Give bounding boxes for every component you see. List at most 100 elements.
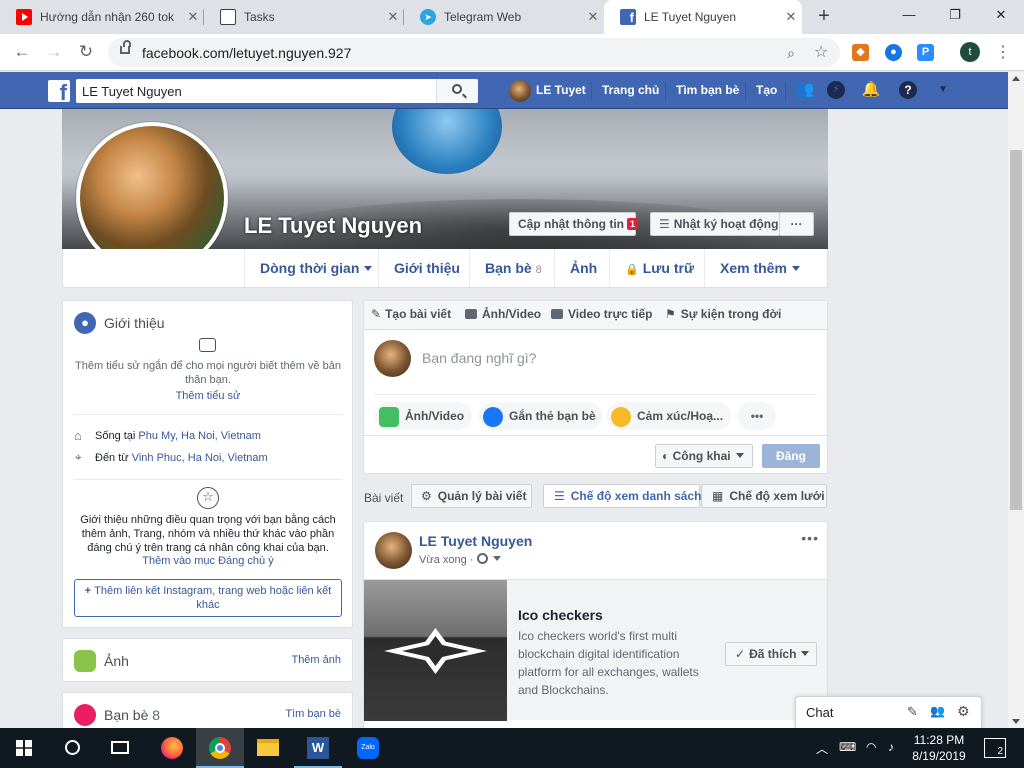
page-attachment[interactable]: Ico checkers Ico checkers world's first … [364,579,827,721]
action-center-icon[interactable]: 2 [984,738,1006,758]
tab-more[interactable]: Xem thêm [704,249,828,287]
friends-title[interactable]: Bạn bè 8 [104,707,160,723]
post-input[interactable]: Bạn đang nghĩ gì? [422,350,536,366]
photo-video-option[interactable]: Ảnh/Video [375,402,472,430]
nav-find-friends-link[interactable]: Tìm bạn bè [676,72,739,109]
scroll-down-arrow-icon[interactable] [1012,719,1020,724]
back-arrow-icon[interactable]: ← [10,40,34,64]
tab-about[interactable]: Giới thiệu [378,249,469,287]
forward-arrow-icon[interactable]: → [42,40,66,64]
url-text[interactable]: facebook.com/letuyet.nguyen.927 [142,45,351,61]
post-author[interactable]: LE Tuyet Nguyen [419,533,532,549]
search-button[interactable] [436,79,478,103]
metamask-extension-icon[interactable]: ◆ [852,44,869,61]
tab-photo-video[interactable]: Ảnh/Video [465,307,541,321]
chevron-down-icon[interactable] [492,556,501,561]
notifications-bell-icon[interactable]: 🔔 [860,79,882,101]
compose-icon[interactable]: ✎ [907,704,918,720]
tab-friends[interactable]: Bạn bè 8 [469,249,554,287]
search-input[interactable] [76,79,436,103]
search-circle-icon[interactable] [48,728,96,768]
browser-menu-icon[interactable]: ⋮ [995,42,1011,64]
messenger-icon[interactable]: ⚡ [827,81,845,99]
page-title[interactable]: Ico checkers [518,607,603,623]
help-icon[interactable]: ? [899,81,917,99]
close-icon[interactable]: ✕ [182,9,204,25]
volume-icon[interactable]: ♪ [888,740,894,754]
facebook-logo-icon[interactable]: f [48,80,70,102]
chrome-icon[interactable] [196,728,244,768]
close-window-button[interactable]: ✕ [978,0,1024,30]
input-method-icon[interactable]: ⌨ [839,740,856,754]
globe-icon[interactable] [476,553,488,564]
post-time[interactable]: Vừa xong [419,554,467,566]
feeling-option[interactable]: Cảm xúc/Hoạ... [607,402,731,430]
tab-photos[interactable]: Ảnh [554,249,609,287]
tab-youtube[interactable]: Hướng dẫn nhận 260 tok ✕ [0,0,204,34]
photos-title[interactable]: Ảnh [104,653,129,669]
page-image[interactable] [364,580,507,721]
firefox-icon[interactable] [148,728,196,768]
find-friends-link[interactable]: Tìm bạn bè [285,708,341,720]
update-info-button[interactable]: Cập nhật thông tin 1 [509,212,638,236]
tab-timeline[interactable]: Dòng thời gian [244,249,378,287]
liked-button[interactable]: ✓ Đã thích [725,642,817,666]
manage-posts-button[interactable]: ⚙ Quản lý bài viết [411,484,532,508]
maximize-button[interactable]: ❐ [932,0,978,30]
account-menu-chevron-down-icon[interactable]: ▼ [932,79,954,101]
windows-start-icon[interactable] [0,728,48,768]
tray-chevron-up-icon[interactable]: ︿ [816,740,828,757]
list-view-button[interactable]: ☰ Chế độ xem danh sách [543,484,701,508]
tab-archive[interactable]: 🔒 Lưu trữ [609,249,704,287]
minimize-button[interactable]: — [886,0,932,30]
tab-create-post[interactable]: ✎ Tạo bài viết [371,307,451,321]
from-link[interactable]: Vinh Phuc, Ha Noi, Vietnam [132,452,268,464]
add-bio-link[interactable]: Thêm tiểu sử [73,390,343,402]
address-bar[interactable]: facebook.com/letuyet.nguyen.927 ⌕ ☆ [108,38,840,67]
bookmark-star-icon[interactable]: ☆ [810,42,832,64]
cover-more-button[interactable]: ··· [779,212,814,236]
profile-name[interactable]: LE Tuyet Nguyen [244,213,422,239]
clock[interactable]: 11:28 PM 8/19/2019 [904,732,974,764]
nav-create-link[interactable]: Tạo [756,72,777,109]
reload-icon[interactable]: ↻ [74,40,98,64]
post-options-icon[interactable]: ••• [801,530,819,546]
add-photos-link[interactable]: Thêm ảnh [291,654,341,666]
chat-bar[interactable]: Chat ✎ 👥 ⚙ [795,696,982,728]
tag-friends-option[interactable]: Gắn thẻ bạn bè [479,402,602,430]
activity-log-button[interactable]: ☰ Nhật ký hoạt động [650,212,780,236]
more-options-button[interactable]: ••• [738,402,776,430]
add-links-button[interactable]: + Thêm liên kết Instagram, trang web hoặ… [74,579,342,617]
zoom-icon[interactable]: ⌕ [780,42,802,64]
tab-life-event[interactable]: ⚑ Sự kiện trong đời [665,307,781,321]
task-view-icon[interactable] [96,728,144,768]
tab-tasks[interactable]: Tasks ✕ [204,0,404,34]
new-group-icon[interactable]: 👥 [930,704,945,718]
post-button[interactable]: Đăng [762,444,820,468]
nav-profile-link[interactable]: LE Tuyet [509,72,586,109]
lives-in-link[interactable]: Phu My, Ha Noi, Vietnam [138,430,260,442]
tab-facebook-active[interactable]: f LE Tuyet Nguyen ✕ [604,0,802,34]
profile-avatar[interactable]: t [960,42,980,62]
close-icon[interactable]: ✕ [780,9,802,25]
friend-requests-icon[interactable]: 👥 [794,79,816,101]
gear-icon[interactable]: ⚙ [957,703,970,720]
close-icon[interactable]: ✕ [582,9,604,25]
word-icon[interactable]: W [294,728,342,768]
wifi-icon[interactable]: ◠ [866,740,876,754]
close-icon[interactable]: ✕ [382,9,404,25]
add-featured-link[interactable]: Thêm vào mục Đáng chú ý [73,555,343,567]
zalo-icon[interactable]: Zalo [344,728,392,768]
grid-view-button[interactable]: ▦ Chế độ xem lưới [701,484,827,508]
scrollbar-thumb[interactable] [1010,150,1022,510]
nav-home-link[interactable]: Trang chủ [602,72,659,109]
avatar[interactable] [375,532,412,569]
privacy-selector[interactable]: ◐ Công khai [655,444,753,468]
tab-live-video[interactable]: Video trực tiếp [551,307,653,321]
tab-telegram[interactable]: ➤ Telegram Web ✕ [404,0,604,34]
extension-blue-icon[interactable]: ● [885,44,902,61]
file-explorer-icon[interactable] [244,728,292,768]
scroll-up-arrow-icon[interactable] [1012,76,1020,81]
new-tab-button[interactable]: + [812,5,836,29]
extension-p-icon[interactable]: P [917,44,934,61]
